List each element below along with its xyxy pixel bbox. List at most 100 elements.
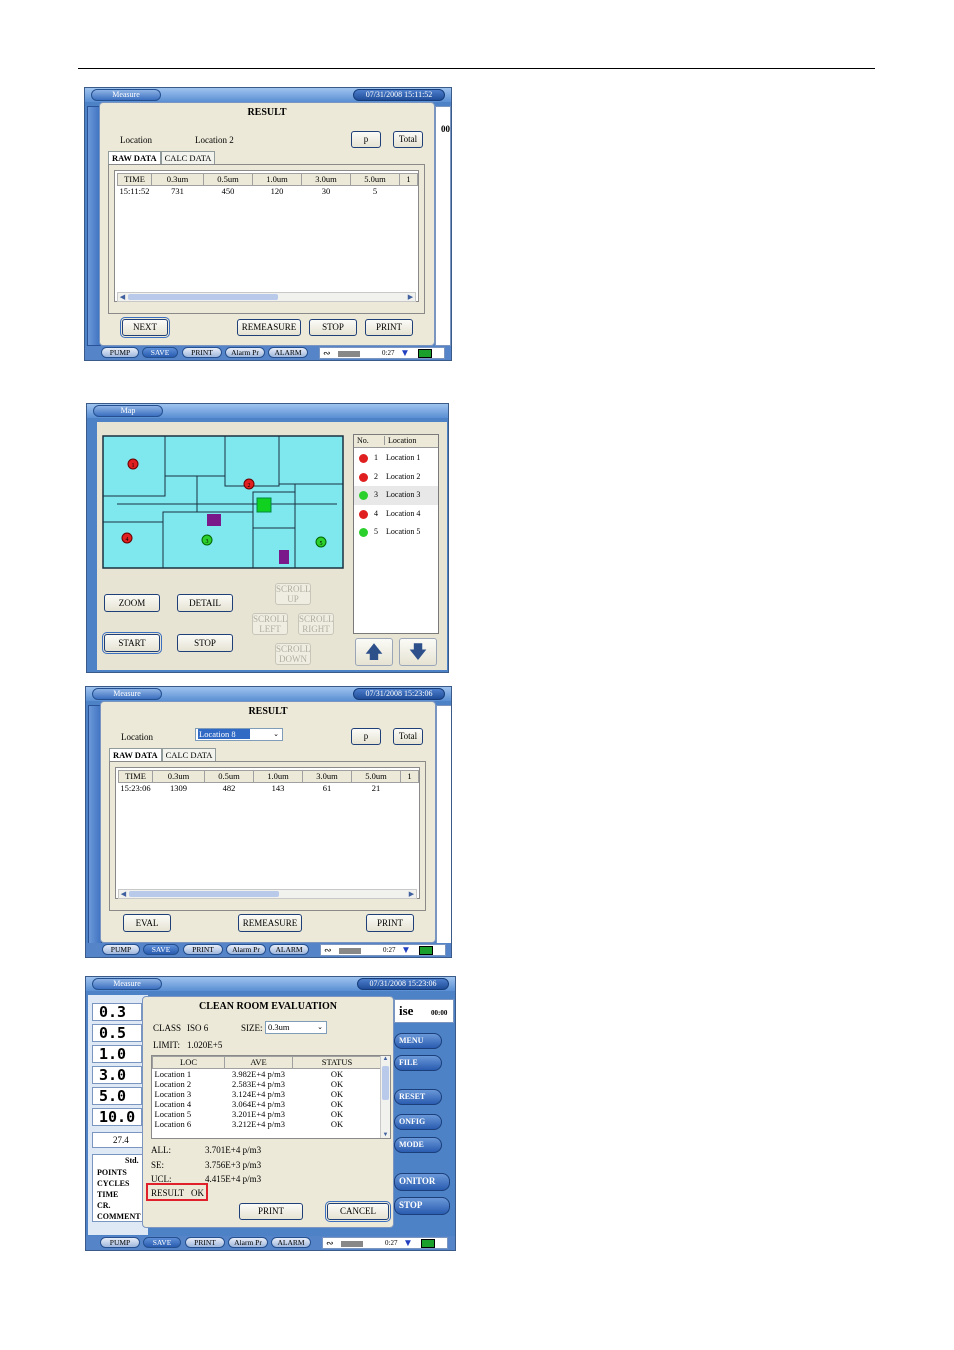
remeasure-button[interactable]: REMEASURE xyxy=(237,319,301,336)
pump-button[interactable]: PUMP xyxy=(101,347,139,358)
window-title[interactable]: Map xyxy=(93,405,163,417)
scroll-thumb[interactable] xyxy=(129,891,279,897)
print-button[interactable]: PRINT xyxy=(366,914,414,932)
table-row[interactable]: Location 2 2.583E+4 p/m3 OK xyxy=(153,1079,382,1089)
zoom-button[interactable]: ZOOM xyxy=(104,594,160,612)
col-0-3um[interactable]: 0.3um xyxy=(151,173,204,186)
alarm-print-button[interactable]: Alarm Pr xyxy=(225,347,265,358)
total-button[interactable]: Total xyxy=(393,131,423,148)
alarm-button[interactable]: ALARM xyxy=(269,944,309,955)
alarm-button[interactable]: ALARM xyxy=(271,1237,311,1248)
col-0-5um[interactable]: 0.5um xyxy=(204,770,254,783)
next-button[interactable]: NEXT xyxy=(120,317,170,338)
tab-calc-data[interactable]: CALC DATA xyxy=(161,748,217,761)
col-0-5um[interactable]: 0.5um xyxy=(203,173,253,186)
tab-raw-data[interactable]: RAW DATA xyxy=(108,151,161,164)
col-more[interactable]: 1 xyxy=(399,173,418,186)
alarm-print-button[interactable]: Alarm Pr xyxy=(228,1237,268,1248)
scroll-down-button[interactable]: SCROLL DOWN xyxy=(275,643,311,665)
window-title[interactable]: Measure xyxy=(92,978,162,990)
p-button[interactable]: p xyxy=(351,728,381,745)
p-button[interactable]: p xyxy=(351,131,381,148)
scroll-left-arrow-icon[interactable]: ◀ xyxy=(118,293,127,301)
scroll-right-arrow-icon[interactable]: ▶ xyxy=(407,890,416,898)
save-button[interactable]: SAVE xyxy=(143,1237,181,1248)
col-status[interactable]: STATUS xyxy=(292,1056,382,1069)
pump-button[interactable]: PUMP xyxy=(100,1237,140,1248)
scroll-thumb[interactable] xyxy=(382,1066,389,1100)
remeasure-button[interactable]: REMEASURE xyxy=(238,914,302,932)
file-button[interactable]: FILE xyxy=(394,1055,442,1071)
col-time[interactable]: TIME xyxy=(117,173,152,186)
tab-raw-data[interactable]: RAW DATA xyxy=(109,748,162,761)
save-button[interactable]: SAVE xyxy=(143,944,179,955)
col-time[interactable]: TIME xyxy=(118,770,153,783)
col-5-0um[interactable]: 5.0um xyxy=(350,173,400,186)
col-location[interactable]: Location xyxy=(384,436,416,445)
table-row[interactable]: Location 4 3.064E+4 p/m3 OK xyxy=(153,1099,382,1109)
reset-button[interactable]: RESET xyxy=(394,1089,442,1105)
horizontal-scrollbar[interactable]: ◀ ▶ xyxy=(118,889,417,899)
eval-button[interactable]: EVAL xyxy=(123,914,171,932)
scroll-down-arrow-icon[interactable]: ▼ xyxy=(381,1132,390,1138)
scroll-right-button[interactable]: SCROLL RIGHT xyxy=(298,613,334,635)
stop-button[interactable]: STOP xyxy=(309,319,357,336)
map-marker-1[interactable]: 1 xyxy=(127,458,139,470)
scroll-up-button[interactable]: SCROLL UP xyxy=(275,583,311,605)
map-marker-4[interactable]: 4 xyxy=(121,532,133,544)
col-no[interactable]: No. xyxy=(357,436,369,445)
save-button[interactable]: SAVE xyxy=(142,347,178,358)
col-3-0um[interactable]: 3.0um xyxy=(302,770,352,783)
menu-button[interactable]: MENU xyxy=(394,1033,442,1049)
scroll-thumb[interactable] xyxy=(128,294,278,300)
list-item[interactable]: 4 Location 4 xyxy=(354,505,438,524)
table-row[interactable]: Location 6 3.212E+4 p/m3 OK xyxy=(153,1119,382,1129)
print-bottom-button[interactable]: PRINT xyxy=(185,1237,225,1248)
move-down-button[interactable]: 🡇 xyxy=(399,638,437,666)
print-button[interactable]: PRINT xyxy=(365,319,413,336)
list-item[interactable]: 5 Location 5 xyxy=(354,523,438,542)
detail-button[interactable]: DETAIL xyxy=(177,594,233,612)
stop-side-button[interactable]: STOP xyxy=(394,1197,450,1215)
col-1-0um[interactable]: 1.0um xyxy=(253,770,303,783)
size-select[interactable]: 0.3um ⌄ xyxy=(265,1021,327,1034)
col-more[interactable]: 1 xyxy=(400,770,419,783)
table-row[interactable]: Location 5 3.201E+4 p/m3 OK xyxy=(153,1109,382,1119)
map-marker-5[interactable]: 5 xyxy=(315,536,327,548)
col-0-3um[interactable]: 0.3um xyxy=(152,770,205,783)
table-row[interactable]: 15:11:52 731 450 120 30 5 xyxy=(118,186,418,197)
scroll-up-arrow-icon[interactable]: ▲ xyxy=(381,1056,390,1062)
col-3-0um[interactable]: 3.0um xyxy=(301,173,351,186)
list-item[interactable]: 2 Location 2 xyxy=(354,468,438,487)
print-button[interactable]: PRINT xyxy=(239,1203,303,1220)
stop-button[interactable]: STOP xyxy=(177,634,233,652)
monitor-button[interactable]: ONITOR xyxy=(394,1173,450,1191)
window-title[interactable]: Measure xyxy=(92,688,162,700)
table-row[interactable]: Location 3 3.124E+4 p/m3 OK xyxy=(153,1089,382,1099)
mode-button[interactable]: MODE xyxy=(394,1137,442,1153)
config-button[interactable]: ONFIG xyxy=(394,1114,442,1130)
alarm-button[interactable]: ALARM xyxy=(268,347,308,358)
chevron-down-icon[interactable]: ⌄ xyxy=(315,1022,325,1033)
move-up-button[interactable]: 🡅 xyxy=(355,638,393,666)
list-item[interactable]: 1 Location 1 xyxy=(354,449,438,468)
tab-calc-data[interactable]: CALC DATA xyxy=(160,151,216,164)
scroll-left-arrow-icon[interactable]: ◀ xyxy=(119,890,128,898)
col-1-0um[interactable]: 1.0um xyxy=(252,173,302,186)
total-button[interactable]: Total xyxy=(393,728,423,745)
print-bottom-button[interactable]: PRINT xyxy=(183,944,223,955)
map-marker-3[interactable]: 3 xyxy=(201,534,213,546)
scroll-right-arrow-icon[interactable]: ▶ xyxy=(406,293,415,301)
vertical-scrollbar[interactable]: ▲ ▼ xyxy=(380,1056,390,1138)
cancel-button[interactable]: CANCEL xyxy=(325,1201,391,1222)
pump-button[interactable]: PUMP xyxy=(102,944,140,955)
print-bottom-button[interactable]: PRINT xyxy=(182,347,222,358)
list-item[interactable]: 3 Location 3 xyxy=(354,486,438,505)
table-row[interactable]: 15:23:06 1309 482 143 61 21 xyxy=(119,783,419,794)
floor-plan[interactable]: 1 2 3 4 5 xyxy=(97,422,351,572)
table-row[interactable]: Location 1 3.982E+4 p/m3 OK xyxy=(153,1069,382,1080)
map-marker-2[interactable]: 2 xyxy=(243,478,255,490)
alarm-print-button[interactable]: Alarm Pr xyxy=(226,944,266,955)
col-loc[interactable]: LOC xyxy=(152,1056,225,1069)
scroll-left-button[interactable]: SCROLL LEFT xyxy=(252,613,288,635)
